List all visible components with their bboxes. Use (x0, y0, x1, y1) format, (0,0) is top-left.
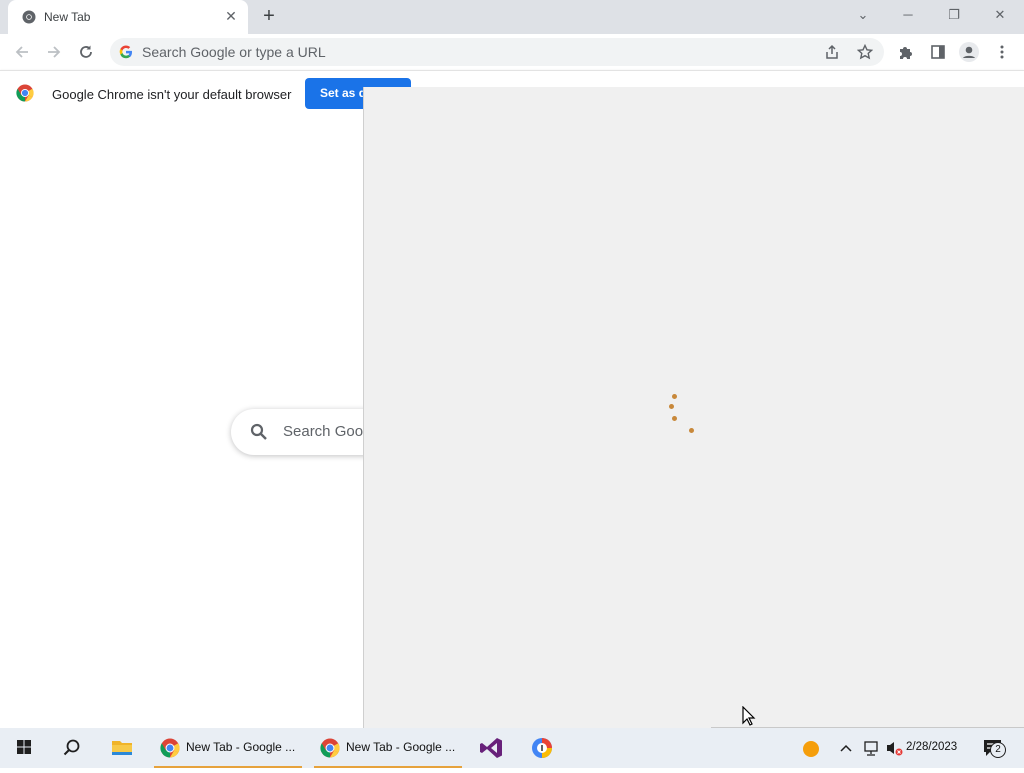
colorful-app-icon (532, 738, 552, 758)
tab-strip: New Tab ✕ + ⌄ ─ ❐ ✕ (0, 0, 1024, 34)
volume-muted-icon[interactable] (884, 728, 904, 768)
visual-studio-button[interactable] (472, 728, 512, 768)
loading-spinner-icon (664, 389, 704, 439)
extensions-button[interactable] (896, 42, 916, 62)
kebab-menu-icon (1000, 45, 1004, 59)
back-button[interactable] (12, 42, 32, 62)
taskbar-app-label: New Tab - Google ... (186, 740, 296, 754)
taskbar-chrome-window-2[interactable]: New Tab - Google ... (312, 728, 464, 768)
share-icon[interactable] (824, 44, 840, 60)
chrome-logo-icon (16, 84, 34, 102)
taskbar-chrome-window-1[interactable]: New Tab - Google ... (152, 728, 304, 768)
windows-logo-icon (17, 740, 31, 754)
avatar-icon (959, 42, 979, 62)
search-icon (63, 739, 80, 756)
orange-tray-icon[interactable] (800, 728, 822, 768)
app-shortcut-button[interactable] (522, 728, 562, 768)
puzzle-icon (900, 47, 912, 59)
new-tab-button[interactable]: + (260, 6, 278, 26)
google-g-icon (119, 45, 132, 59)
side-panel-icon (931, 45, 945, 59)
chevron-up-icon[interactable] (838, 728, 854, 768)
chrome-menu-button[interactable] (992, 42, 1012, 62)
clock-date[interactable]: 2/28/2023 (906, 741, 957, 753)
infobar-message: Google Chrome isn't your default browser (52, 87, 292, 102)
restore-button[interactable]: ❐ (944, 6, 964, 24)
notification-count: 2 (990, 742, 1006, 758)
side-panel-button[interactable] (928, 42, 948, 62)
windows-taskbar: New Tab - Google ... New Tab - Google ..… (0, 728, 1024, 768)
tab-search-icon[interactable]: ⌄ (853, 6, 873, 24)
notification-center-button[interactable]: 2 (982, 738, 1006, 758)
tab-new-tab[interactable]: New Tab ✕ (8, 0, 248, 34)
reload-button[interactable] (76, 42, 96, 62)
taskbar-app-label: New Tab - Google ... (346, 740, 456, 754)
forward-button[interactable] (44, 42, 64, 62)
loading-window (363, 87, 1024, 728)
network-icon[interactable] (862, 728, 880, 768)
close-window-button[interactable]: ✕ (990, 6, 1010, 24)
bookmark-star-icon[interactable] (857, 44, 873, 60)
mouse-cursor-icon (742, 706, 756, 726)
file-explorer-button[interactable] (102, 728, 142, 768)
visual-studio-icon (480, 738, 502, 758)
toolbar: Search Google or type a URL (0, 34, 1024, 70)
chrome-favicon-icon (22, 10, 36, 24)
folder-icon (112, 741, 132, 755)
reload-icon (80, 45, 92, 58)
omnibox-placeholder: Search Google or type a URL (142, 44, 326, 60)
taskbar-search-button[interactable] (52, 728, 92, 768)
start-button[interactable] (4, 728, 44, 768)
minimize-button[interactable]: ─ (898, 6, 918, 24)
close-tab-icon[interactable]: ✕ (224, 9, 238, 23)
chrome-logo-icon (320, 738, 340, 758)
address-bar[interactable]: Search Google or type a URL (110, 38, 884, 66)
search-icon (250, 423, 267, 440)
chrome-logo-icon (160, 738, 180, 758)
forward-arrow-icon (48, 46, 61, 58)
profile-button[interactable] (959, 42, 979, 62)
tab-title: New Tab (44, 10, 91, 24)
back-arrow-icon (15, 46, 28, 58)
